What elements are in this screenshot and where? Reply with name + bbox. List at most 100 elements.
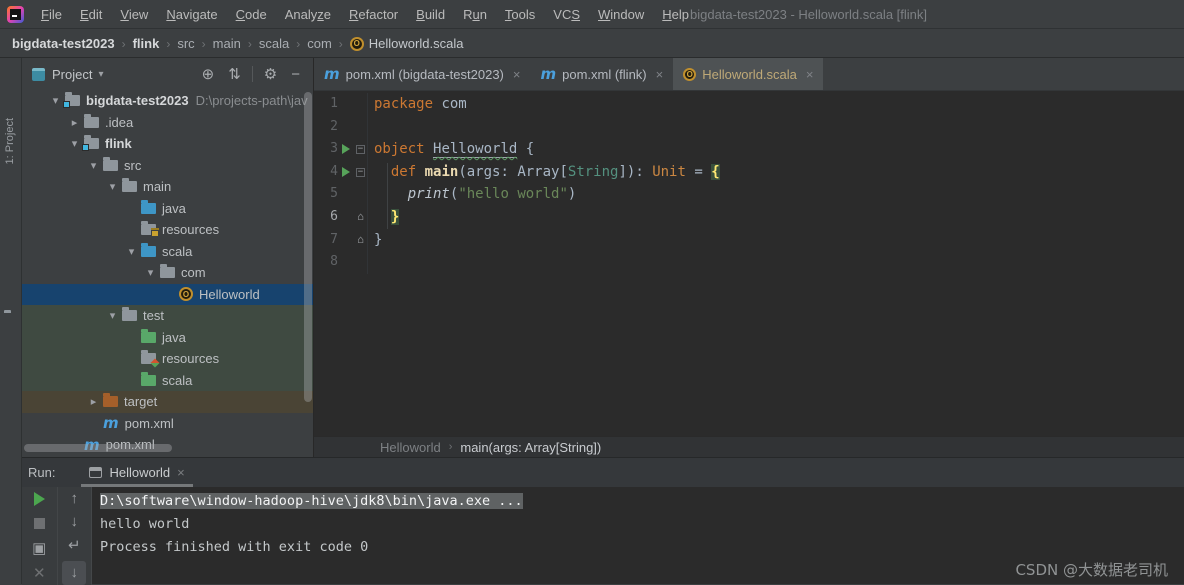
- chevron-down-icon[interactable]: ▾: [103, 180, 122, 193]
- module-badge-icon: [63, 101, 70, 108]
- menu-item-vcs[interactable]: VCS: [544, 0, 589, 29]
- editor-tab-helloworld-scala[interactable]: OHelloworld.scala×: [673, 58, 823, 90]
- breadcrumb-item-com[interactable]: com: [307, 36, 332, 51]
- fold-marker-icon[interactable]: ⌂: [354, 229, 367, 252]
- menu-item-run[interactable]: Run: [454, 0, 496, 29]
- menu-item-window[interactable]: Window: [589, 0, 653, 29]
- chevron-down-icon[interactable]: ▾: [103, 309, 122, 322]
- tree-item-scala[interactable]: scala: [22, 370, 313, 392]
- menu-item-view[interactable]: View: [111, 0, 157, 29]
- editor-breadcrumb-item[interactable]: main(args: Array[String]): [460, 440, 601, 455]
- tree-item-resources[interactable]: resources: [22, 219, 313, 241]
- tree-item-test[interactable]: ▾ test: [22, 305, 313, 327]
- menu-item-edit[interactable]: Edit: [71, 0, 111, 29]
- locate-file-icon[interactable]: ⊕: [195, 65, 222, 83]
- project-strip-label[interactable]: 1: Project: [4, 118, 16, 164]
- chevron-down-icon[interactable]: ▾: [98, 69, 103, 80]
- excluded-folder-icon: [103, 396, 118, 407]
- chevron-down-icon[interactable]: ▾: [84, 159, 103, 172]
- close-icon[interactable]: ×: [177, 465, 185, 480]
- folder-icon: [122, 181, 137, 192]
- chevron-down-icon[interactable]: ▾: [122, 245, 141, 258]
- fold-marker-icon[interactable]: −: [354, 138, 367, 161]
- up-icon[interactable]: ↑: [58, 487, 92, 510]
- editor-breadcrumbs: Helloworld›main(args: Array[String]): [314, 436, 1184, 457]
- breadcrumb-item-src[interactable]: src: [177, 36, 194, 51]
- fold-marker-icon[interactable]: ⌂: [354, 206, 367, 229]
- breadcrumb-item-flink[interactable]: flink: [133, 36, 160, 51]
- line-number: 7: [314, 229, 338, 252]
- menu-item-analyze[interactable]: Analyze: [276, 0, 340, 29]
- scala-object-icon: O: [350, 37, 364, 51]
- tree-item-src[interactable]: ▾src: [22, 155, 313, 177]
- menu-item-navigate[interactable]: Navigate: [157, 0, 226, 29]
- breadcrumb-item-bigdata-test2023[interactable]: bigdata-test2023: [12, 36, 115, 51]
- scroll-end-icon[interactable]: ↓: [58, 557, 92, 585]
- tree-item--idea[interactable]: ▸ .idea: [22, 112, 313, 134]
- breadcrumb-item-file[interactable]: OHelloworld.scala: [350, 36, 464, 51]
- scroll-end-box: ↓: [62, 561, 86, 585]
- menu-item-file[interactable]: File: [32, 0, 71, 29]
- soft-wrap-icon[interactable]: ↵: [58, 534, 92, 557]
- collapse-all-icon[interactable]: ⇅: [221, 65, 248, 83]
- project-panel-title[interactable]: Project: [52, 67, 92, 82]
- editor-tab-pom-xml-bigdata-test2023-[interactable]: mpom.xml (bigdata-test2023)×: [314, 58, 530, 90]
- fold-marker-icon[interactable]: −: [354, 161, 367, 184]
- folder-icon: [160, 267, 175, 278]
- tree-item-flink[interactable]: ▾flink: [22, 133, 313, 155]
- menu-item-refactor[interactable]: Refactor: [340, 0, 407, 29]
- gear-icon[interactable]: ⚙: [257, 65, 284, 83]
- hide-panel-icon[interactable]: −: [284, 66, 307, 83]
- tree-item-label: .idea: [105, 115, 133, 130]
- editor-tab-pom-xml-flink-[interactable]: mpom.xml (flink)×: [530, 58, 673, 90]
- code-editor[interactable]: 1package com23−object Helloworld {4− def…: [314, 91, 1184, 436]
- breadcrumb-item-main[interactable]: main: [213, 36, 241, 51]
- run-tab-helloworld[interactable]: Helloworld ×: [81, 458, 192, 487]
- tree-item-target[interactable]: ▸ target: [22, 391, 313, 413]
- run-console[interactable]: D:\software\window-hadoop-hive\jdk8\bin\…: [92, 487, 1184, 585]
- close-icon[interactable]: ×: [806, 67, 814, 82]
- chevron-separator-icon: ›: [166, 37, 170, 51]
- horizontal-scrollbar[interactable]: [24, 444, 172, 452]
- camera-icon[interactable]: ▣: [22, 536, 57, 561]
- breadcrumb-item-scala[interactable]: scala: [259, 36, 289, 51]
- tree-item-bigdata-test2023[interactable]: ▾bigdata-test2023D:\projects-path\jav: [22, 90, 313, 112]
- module-badge-icon: [82, 144, 89, 151]
- tree-item-main[interactable]: ▾main: [22, 176, 313, 198]
- test-resources-badge-icon: [150, 359, 159, 368]
- menu-item-tools[interactable]: Tools: [496, 0, 544, 29]
- stop-icon[interactable]: [22, 512, 57, 537]
- chevron-right-icon[interactable]: ▸: [84, 395, 103, 408]
- menu-item-build[interactable]: Build: [407, 0, 454, 29]
- maven-file-icon: m: [324, 67, 340, 81]
- module-folder-icon: [65, 95, 80, 106]
- tree-item-resources[interactable]: resources: [22, 348, 313, 370]
- tree-item-label: resources: [162, 351, 219, 366]
- console-line: D:\software\window-hadoop-hive\jdk8\bin\…: [100, 490, 1184, 513]
- chevron-right-icon[interactable]: ▸: [65, 116, 84, 129]
- tree-item-label: target: [124, 394, 157, 409]
- tree-item-Helloworld[interactable]: OHelloworld: [22, 284, 313, 306]
- line-number: 5: [314, 183, 338, 206]
- line-number: 4: [314, 161, 338, 184]
- close-icon[interactable]: ×: [656, 67, 664, 82]
- chevron-down-icon[interactable]: ▾: [141, 266, 160, 279]
- menu-item-code[interactable]: Code: [227, 0, 276, 29]
- project-toolwindow-icon: [32, 68, 45, 81]
- down-icon[interactable]: ↓: [58, 510, 92, 533]
- tree-item-java[interactable]: java: [22, 327, 313, 349]
- rerun-icon[interactable]: [22, 487, 57, 512]
- tree-item-pom-xml[interactable]: mpom.xml: [22, 413, 313, 435]
- editor-breadcrumb-item[interactable]: Helloworld: [380, 440, 441, 455]
- vertical-scrollbar[interactable]: [304, 92, 312, 402]
- run-panel: Run: Helloworld × ▣✕ ↑↓↵↓ D:\software\wi…: [22, 457, 1184, 584]
- tree-item-java[interactable]: java: [22, 198, 313, 220]
- tree-item-com[interactable]: ▾com: [22, 262, 313, 284]
- close-icon[interactable]: ×: [513, 67, 521, 82]
- tree-item-scala[interactable]: ▾scala: [22, 241, 313, 263]
- run-gutter-icon[interactable]: [338, 138, 354, 161]
- run-gutter-icon[interactable]: [338, 161, 354, 184]
- tree-item-label: java: [162, 330, 186, 345]
- kill-icon[interactable]: ✕: [22, 561, 57, 585]
- tree-item-label: test: [143, 308, 164, 323]
